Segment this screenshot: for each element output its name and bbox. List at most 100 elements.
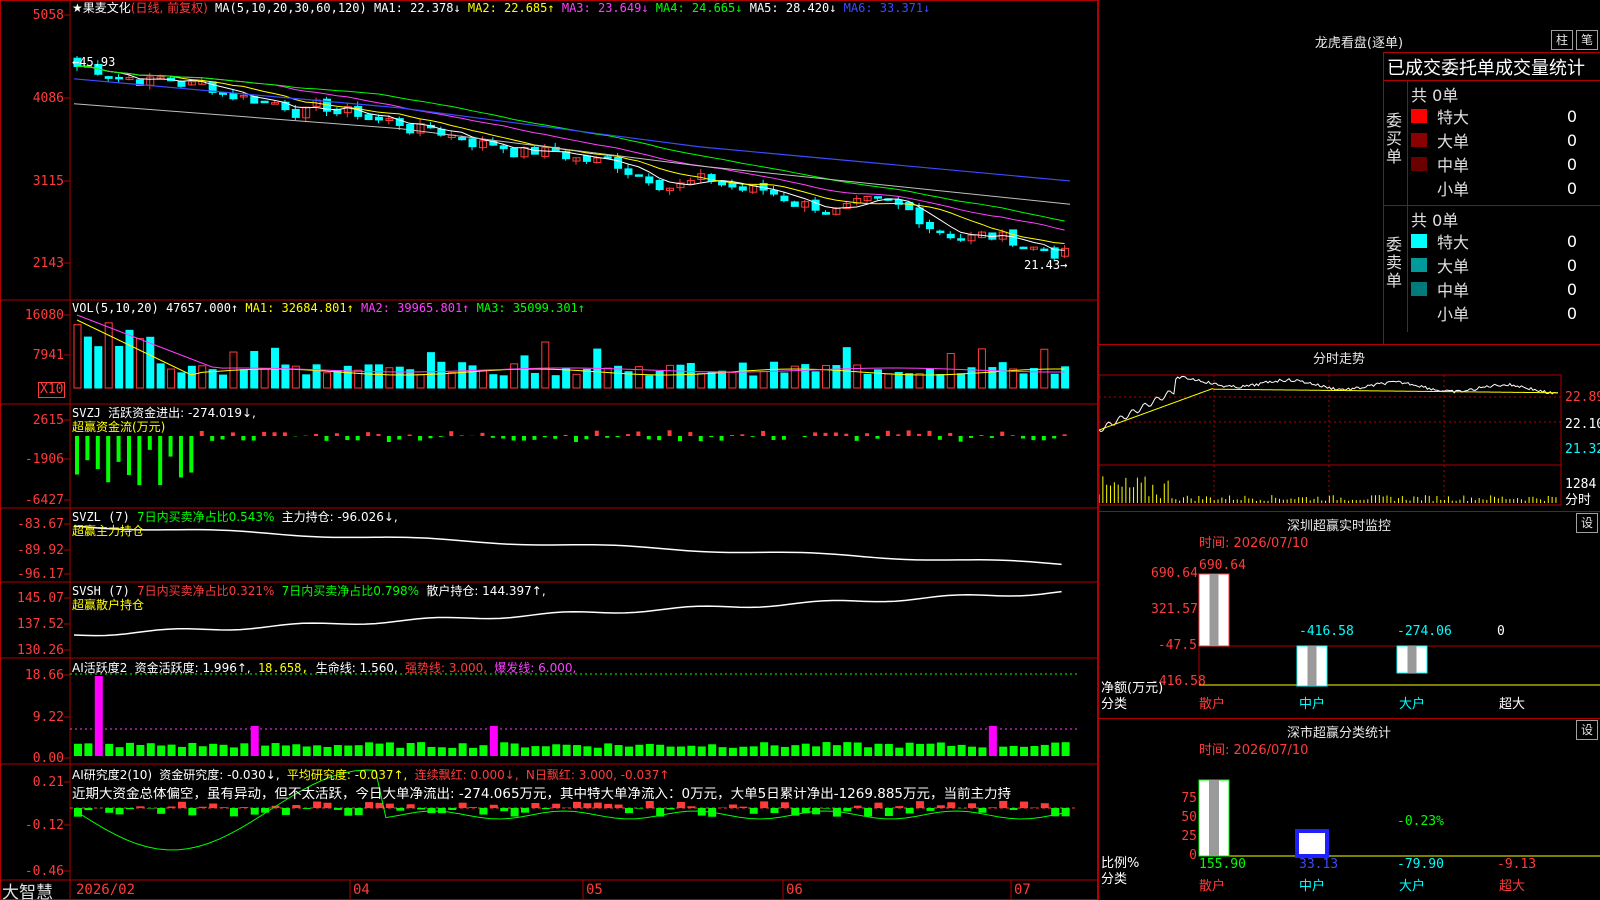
monitor-bar-value: 0 (1497, 624, 1505, 639)
right-side-panel: 龙虎看盘(逐单) 柱 笔 已成交委托单成交量统计 委买单 委卖单 共 0单 特大… (1098, 0, 1600, 900)
fund-flow-bar (262, 431, 267, 436)
divider (1407, 80, 1408, 332)
volume-bar (447, 372, 456, 389)
activity-bar (812, 746, 821, 756)
candle-body (728, 182, 737, 188)
volume-bar (707, 371, 716, 389)
ai2-label: AI研究度2(10) (72, 768, 153, 782)
volume-bar (395, 366, 404, 389)
monitor-settings-button[interactable]: 设 (1576, 513, 1598, 533)
fund-flow-bar (750, 436, 755, 437)
ai-activity-header: AI活跃度2 资金活跃度: 1.996↑, 18.658, 生命线: 1.560… (72, 661, 576, 675)
activity-bar (936, 742, 945, 756)
candle-body (905, 201, 914, 211)
activity-bar (302, 746, 311, 756)
research-bar (687, 806, 696, 808)
research-bar (84, 808, 93, 811)
sell-row-l: 大单 00% (1411, 253, 1600, 277)
research-bar (344, 808, 353, 816)
activity-bar (1009, 745, 1018, 756)
candle-body (260, 100, 269, 104)
volume-bar (1050, 373, 1059, 389)
ma1-value: MA1: 22.378↓ (373, 1, 461, 15)
research-bar (479, 808, 488, 815)
sell-total: 共 0单 (1411, 211, 1459, 230)
low-price-label: 21.43→ (1024, 258, 1068, 272)
intraday-chart[interactable] (1099, 370, 1600, 510)
fund-flow-bar (584, 436, 589, 440)
fund-flow-bar (137, 436, 142, 486)
fund-flow-bar (95, 436, 100, 470)
fund-flow-bar (199, 430, 204, 436)
research-bar (541, 808, 550, 810)
research-bar (531, 802, 540, 808)
research-bar (323, 802, 332, 808)
fund-flow-bar (781, 436, 786, 440)
ma5-line (73, 103, 1071, 205)
fund-flow-bar (761, 430, 766, 436)
bar-view-button[interactable]: 柱 (1551, 30, 1573, 50)
research-bar (375, 802, 384, 808)
activity-bar (323, 746, 332, 756)
volume-bar (770, 361, 779, 389)
candle-body (925, 221, 934, 230)
activity-bar (313, 745, 322, 756)
row-percent: 0% (1577, 304, 1600, 323)
activity-bar (988, 726, 997, 756)
volume-bar (499, 375, 508, 389)
svzj-axis-tick: -1906 (24, 452, 64, 467)
fund-flow-bar (1010, 435, 1015, 436)
candle-body (582, 155, 591, 162)
fund-flow-bar (813, 432, 818, 436)
research-bar (417, 808, 426, 810)
row-percent: 0% (1577, 107, 1600, 126)
ai1-label: AI活跃度2 (72, 661, 128, 675)
candle-body (738, 186, 747, 191)
volume-bar (686, 362, 695, 389)
volume-bar (572, 373, 581, 389)
research-bar (354, 808, 363, 816)
volume-bar (416, 374, 425, 389)
fund-flow-bar (397, 436, 402, 440)
fund-flow-bar (698, 436, 703, 442)
ai1-axis-tick: 9.22 (32, 710, 64, 725)
tick-view-button[interactable]: 笔 (1576, 30, 1598, 50)
divider (1383, 80, 1600, 81)
research-bar (136, 806, 145, 808)
volume-bar (541, 341, 550, 389)
vol-axis-tick: 7941 (32, 348, 64, 363)
volume-bar (582, 368, 591, 389)
classify-settings-button[interactable]: 设 (1576, 720, 1598, 740)
row-category: 小单 (1437, 305, 1470, 324)
research-bar (396, 808, 405, 811)
candle-body (104, 76, 113, 79)
fund-flow-bar (833, 432, 838, 436)
main-chart-panel[interactable]: ★果麦文化(日线, 前复权) MA(5,10,20,30,60,120) MA1… (0, 0, 1098, 900)
ai2-summary-text: 近期大资金总体偏空，虽有异动，但不太活跃，今日大单净流出: -274.065万元… (72, 787, 1011, 801)
classify-title: 深市超赢分类统计 (1286, 726, 1391, 741)
fund-flow-bar (324, 436, 329, 441)
main-hold-line (73, 525, 1062, 566)
research-bar (157, 808, 166, 814)
activity-bar (739, 746, 748, 756)
kline-chart-canvas[interactable] (0, 0, 1098, 900)
activity-bar (469, 747, 478, 756)
vol-unit-badge: X10 (38, 382, 66, 398)
volume-bar (198, 365, 207, 389)
svzl-label: SVZL (7) (72, 510, 130, 524)
research-bar (1040, 803, 1049, 808)
svzl-axis-tick: -96.17 (17, 567, 64, 582)
research-bar (635, 808, 644, 809)
research-bar (489, 804, 498, 808)
classify-value: -79.90 (1397, 857, 1444, 872)
candle-body (115, 76, 124, 80)
intraday-price-line (1099, 375, 1558, 433)
research-bar (884, 808, 893, 817)
fund-flow-bar (1041, 436, 1046, 441)
fund-flow-bar (459, 435, 464, 436)
research-bar (947, 802, 956, 808)
activity-bar (375, 743, 384, 756)
activity-bar (760, 742, 769, 756)
ai1-val2: 18.658, (257, 661, 309, 675)
fund-flow-bar (542, 436, 547, 438)
